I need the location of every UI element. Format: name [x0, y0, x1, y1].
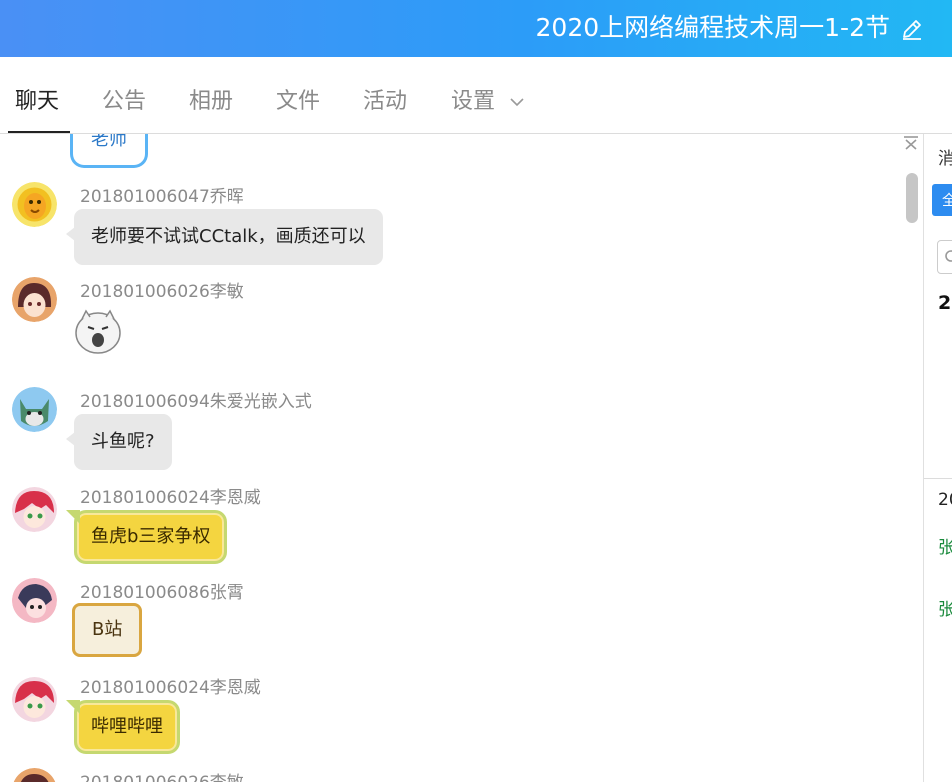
search-input[interactable]	[937, 240, 952, 274]
chick-avatar[interactable]	[12, 182, 57, 227]
tab-announcement[interactable]: 公告	[102, 87, 146, 117]
search-icon	[945, 250, 952, 262]
message-text: B站	[92, 619, 123, 640]
tab-activity[interactable]: 活动	[363, 87, 407, 117]
message-bubble: B站	[72, 603, 143, 657]
panel-member-link[interactable]: 张	[938, 533, 952, 558]
sender-name: 201801006026李敏	[80, 772, 244, 782]
sender-name: 201801006026李敏	[80, 282, 244, 302]
message-text: 哔哩哔哩	[91, 716, 163, 737]
sender-name: 201801006047乔晖	[80, 187, 244, 207]
tab-files[interactable]: 文件	[276, 87, 320, 117]
chat-scrollbar[interactable]	[906, 173, 918, 223]
panel-member-link[interactable]: 张	[938, 595, 952, 620]
chat-message-list[interactable]: 老师 201801006047乔晖 老师要不试试CCtalk，画质还可以 201…	[0, 134, 924, 782]
tab-bar: 聊天 公告 相册 文件 活动 设置	[0, 57, 952, 134]
tab-album[interactable]: 相册	[189, 87, 233, 117]
message-bubble: 老师	[70, 134, 148, 168]
message-bubble: 老师要不试试CCtalk，画质还可以	[66, 209, 383, 265]
sender-name: 201801006024李恩威	[80, 678, 261, 698]
panel-button[interactable]: 全	[932, 184, 952, 216]
sender-name: 201801006086张霄	[80, 583, 244, 603]
message-bubble: 哔哩哔哩	[74, 700, 180, 754]
sender-name: 201801006094朱爱光嵌入式	[80, 392, 312, 412]
chevron-down-icon[interactable]	[510, 97, 524, 107]
sender-name: 201801006024李恩威	[80, 488, 261, 508]
red-hair-anime-avatar[interactable]	[12, 487, 57, 532]
meme-face-sticker[interactable]	[74, 307, 122, 355]
panel-label: 消	[938, 149, 952, 169]
wolf-avatar[interactable]	[12, 387, 57, 432]
message-text: 老师	[91, 134, 127, 150]
pink-anime-avatar[interactable]	[12, 578, 57, 623]
close-icon[interactable]	[903, 136, 919, 150]
message-text: 老师要不试试CCtalk，画质还可以	[91, 226, 366, 247]
anime-girl-avatar[interactable]	[12, 768, 57, 782]
tab-settings[interactable]: 设置	[451, 87, 495, 117]
panel-divider-line	[924, 478, 952, 479]
tab-chat[interactable]: 聊天	[15, 87, 59, 117]
right-panel: 消 全 20 20 张 张	[924, 134, 952, 782]
pencil-icon[interactable]	[900, 17, 924, 41]
message-bubble: 鱼虎b三家争权	[74, 510, 228, 564]
message-text: 斗鱼呢?	[91, 431, 155, 452]
anime-girl-avatar[interactable]	[12, 277, 57, 322]
message-bubble: 斗鱼呢?	[66, 414, 172, 470]
panel-heading: 20	[938, 292, 952, 314]
active-tab-indicator	[8, 131, 70, 133]
panel-number: 20	[938, 490, 952, 510]
message-text: 鱼虎b三家争权	[91, 526, 211, 547]
title-bar: 2020上网络编程技术周一1-2节	[0, 0, 952, 57]
group-title: 2020上网络编程技术周一1-2节	[535, 13, 890, 42]
red-hair-anime-avatar[interactable]	[12, 677, 57, 722]
